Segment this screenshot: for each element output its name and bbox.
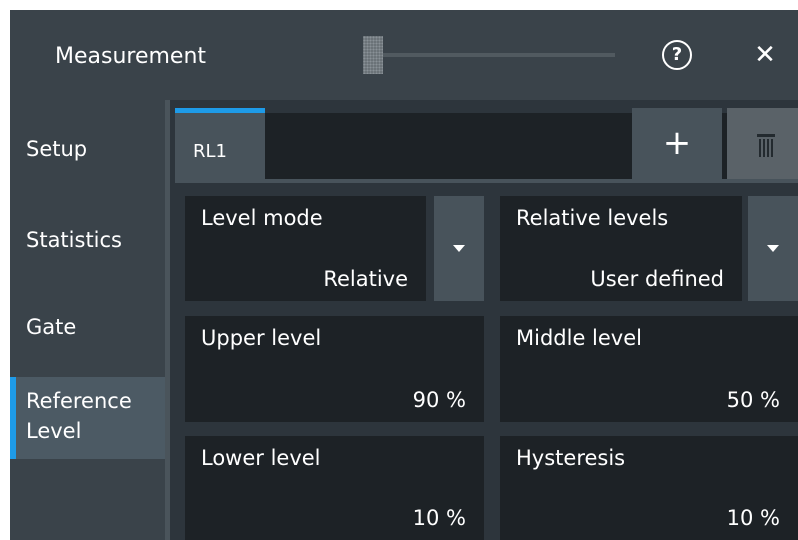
hysteresis-value: 10 % [726,506,780,530]
upper-level-label: Upper level [201,326,322,350]
help-button[interactable]: ? [662,40,692,70]
trash-icon [757,134,775,137]
sidebar-item-statistics[interactable]: Statistics [10,200,165,292]
tab-bar: RL1 + [170,100,798,195]
sidebar-item-setup[interactable]: Setup [10,100,165,200]
relative-levels-dropdown-button[interactable] [748,196,798,301]
relative-levels-dropdown[interactable]: Relative levels User defined [500,196,742,301]
relative-levels-label: Relative levels [516,206,669,230]
lower-level-field[interactable]: Lower level 10 % [185,436,484,540]
sidebar-item-label: Setup [26,137,88,161]
tab-label: RL1 [193,141,227,162]
delete-button[interactable] [727,108,798,179]
sidebar: Setup Statistics Gate Reference Level [10,100,165,540]
hysteresis-field[interactable]: Hysteresis 10 % [500,436,798,540]
sidebar-item-label: Reference Level [26,389,132,443]
sidebar-item-gate[interactable]: Gate [10,292,165,377]
chevron-down-icon [767,245,779,252]
middle-level-value: 50 % [726,388,780,412]
tab-underline [175,179,798,183]
title-bar: Measurement ? ✕ [10,10,798,100]
middle-level-label: Middle level [516,326,642,350]
active-tab-indicator [175,108,265,113]
upper-level-value: 90 % [412,388,466,412]
level-mode-dropdown[interactable]: Level mode Relative [185,196,426,301]
level-mode-value: Relative [323,267,408,291]
level-mode-dropdown-button[interactable] [434,196,484,301]
trash-icon-body [759,139,773,157]
add-button[interactable]: + [632,108,722,179]
drag-track[interactable] [383,53,615,57]
close-button[interactable]: ✕ [750,40,780,70]
sidebar-item-label: Statistics [26,228,122,252]
measurement-dialog: Measurement ? ✕ Setup Statistics Gate Re… [10,10,798,540]
middle-level-field[interactable]: Middle level 50 % [500,316,798,422]
hysteresis-label: Hysteresis [516,446,626,470]
sidebar-item-label: Gate [26,315,77,339]
lower-level-value: 10 % [412,506,466,530]
tab-rl1[interactable]: RL1 [175,108,265,179]
chevron-down-icon [453,245,465,252]
drag-handle-icon[interactable] [363,36,383,74]
sidebar-item-reference-level[interactable]: Reference Level [10,377,165,459]
level-mode-label: Level mode [201,206,323,230]
dialog-title: Measurement [55,44,207,69]
lower-level-label: Lower level [201,446,321,470]
relative-levels-value: User defined [590,267,724,291]
upper-level-field[interactable]: Upper level 90 % [185,316,484,422]
